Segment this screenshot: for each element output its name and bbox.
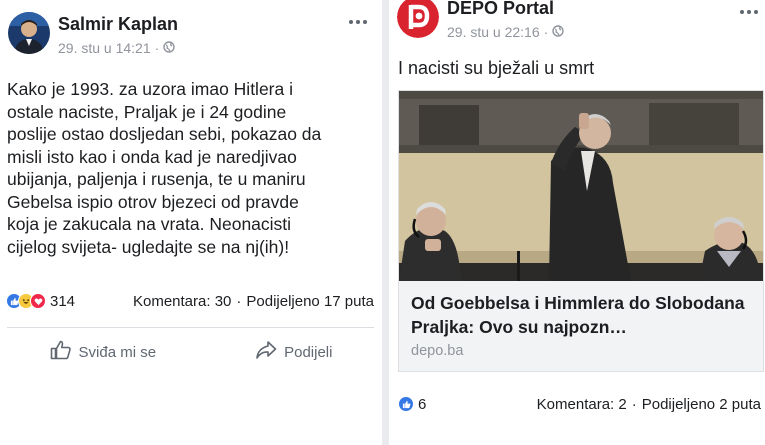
comment-count[interactable]: Komentara: 2: [537, 396, 627, 413]
post-actions: Sviđa mi se Podijeli: [0, 338, 382, 366]
link-domain: depo.ba: [411, 343, 464, 359]
reaction-count[interactable]: 6: [418, 396, 426, 413]
stats-separator: ·: [236, 292, 242, 310]
avatar[interactable]: [8, 12, 50, 54]
share-arrow-icon: [255, 340, 277, 364]
like-label: Sviđa mi se: [78, 343, 157, 361]
post-header: DEPO Portal 29. stu u 22:16 ·: [397, 0, 765, 46]
post-text: Kako je 1993. za uzora imao Hitlera i os…: [7, 79, 322, 257]
globe-icon: [163, 40, 176, 56]
link-preview-body[interactable]: Od Goebbelsa i Himmlera do Slobodana Pra…: [399, 281, 763, 371]
globe-icon: [552, 24, 565, 40]
love-reaction-icon: [30, 293, 46, 309]
more-icon[interactable]: [739, 4, 759, 15]
comment-count[interactable]: Komentara: 30: [133, 293, 231, 310]
timestamp[interactable]: 29. stu u 14:21: [58, 40, 151, 56]
link-preview-card[interactable]: Od Goebbelsa i Himmlera do Slobodana Pra…: [398, 90, 764, 372]
reaction-icons[interactable]: [6, 293, 46, 309]
reactions-bar: 6 Komentara: 2 · Podijeljeno 2 puta: [398, 393, 761, 415]
post-depo-portal: DEPO Portal 29. stu u 22:16 · I nacisti …: [389, 0, 765, 445]
stats-separator: ·: [631, 395, 637, 413]
meta-separator: ·: [154, 40, 160, 56]
post-stats: Komentara: 2 · Podijeljeno 2 puta: [537, 396, 761, 413]
reaction-icons[interactable]: [398, 396, 414, 412]
feed-divider: [382, 0, 389, 445]
thumbs-up-icon: [50, 340, 72, 364]
share-button[interactable]: Podijeli: [255, 338, 332, 366]
post-meta: 29. stu u 22:16 ·: [447, 24, 565, 40]
more-icon[interactable]: [348, 14, 368, 25]
author-name[interactable]: DEPO Portal: [447, 0, 554, 19]
share-count[interactable]: Podijeljeno 17 puta: [246, 293, 374, 310]
post-stats: Komentara: 30 · Podijeljeno 17 puta: [133, 293, 374, 310]
reaction-count[interactable]: 314: [50, 293, 75, 310]
actions-divider: [7, 327, 374, 328]
author-name[interactable]: Salmir Kaplan: [58, 14, 178, 35]
meta-separator: ·: [543, 24, 549, 40]
like-reaction-icon: [398, 396, 414, 412]
post-header: Salmir Kaplan 29. stu u 14:21 ·: [8, 10, 382, 62]
timestamp[interactable]: 29. stu u 22:16: [447, 24, 540, 40]
post-meta: 29. stu u 14:21 ·: [58, 40, 176, 56]
post-text: I nacisti su bježali u smrt: [398, 58, 595, 78]
like-button[interactable]: Sviđa mi se: [50, 338, 157, 366]
reactions-bar: 314 Komentara: 30 · Podijeljeno 17 puta: [6, 290, 374, 312]
avatar[interactable]: [397, 0, 439, 38]
post-salmir-kaplan: Salmir Kaplan 29. stu u 14:21 · Kako je …: [0, 0, 382, 445]
link-preview-image[interactable]: [399, 91, 763, 281]
link-title[interactable]: Od Goebbelsa i Himmlera do Slobodana Pra…: [411, 291, 751, 339]
share-count[interactable]: Podijeljeno 2 puta: [642, 396, 761, 413]
share-label: Podijeli: [284, 343, 333, 361]
